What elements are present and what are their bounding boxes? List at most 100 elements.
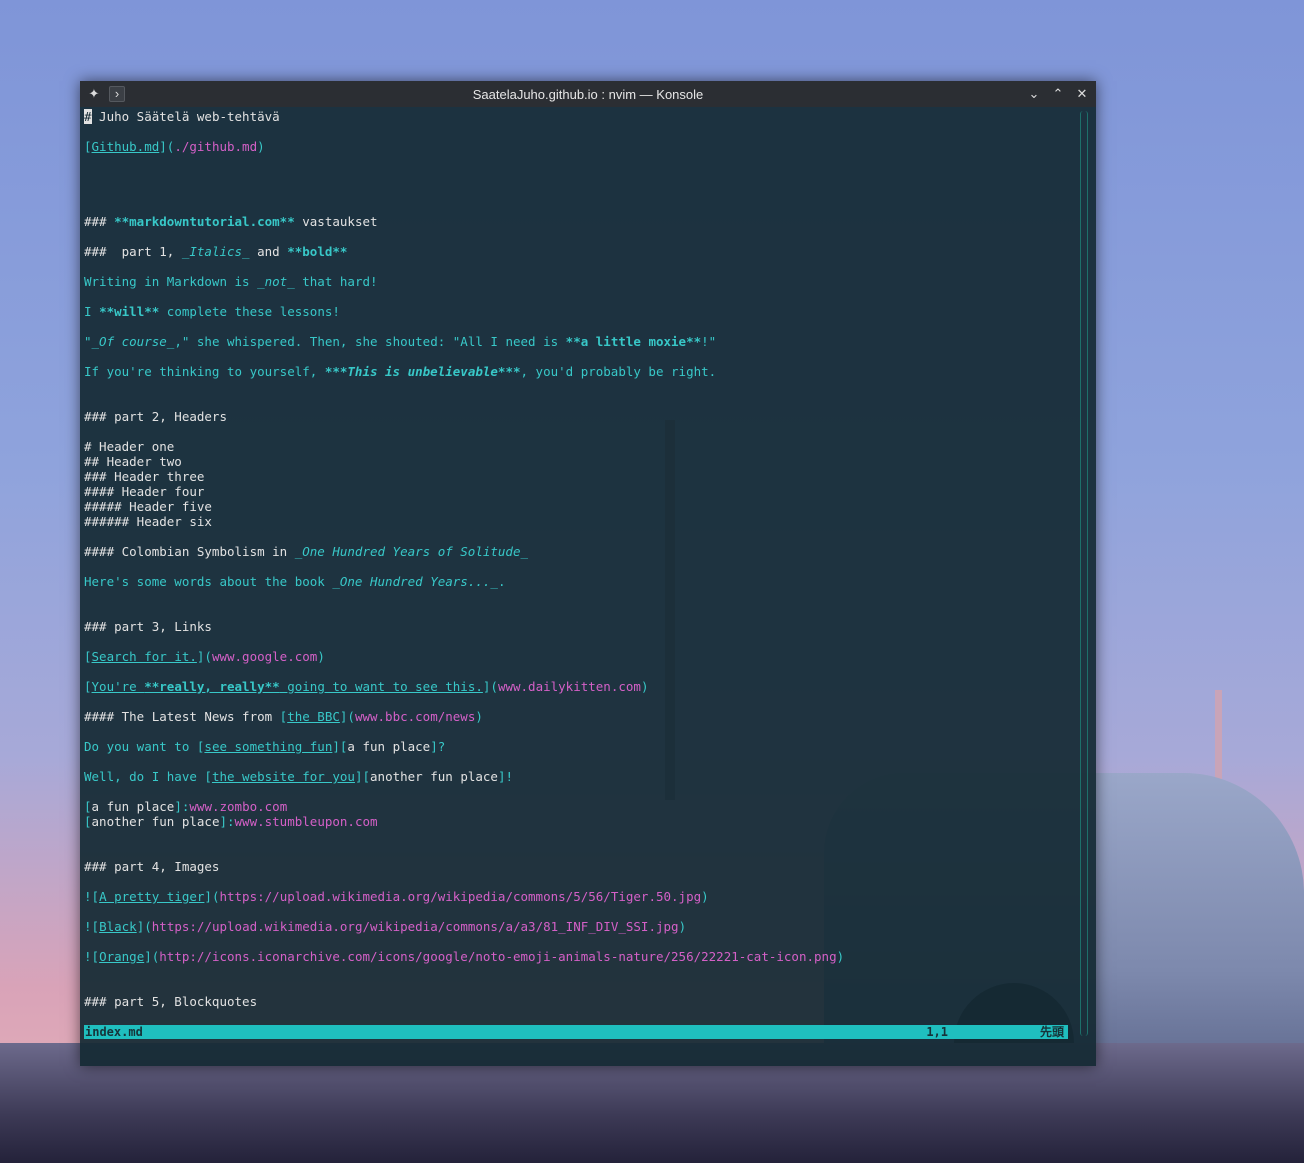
plain-text: , you'd probably be right. bbox=[520, 364, 717, 379]
scrollbar[interactable] bbox=[1080, 111, 1088, 1036]
link-ref[interactable]: another fun place bbox=[370, 769, 498, 784]
heading-text: #### Colombian Symbolism in bbox=[84, 544, 295, 559]
buffer-line-23: Well, do I have [the website for you][an… bbox=[84, 769, 513, 784]
status-cursor-position: 1,1 bbox=[926, 1025, 948, 1039]
plain-text: complete these lessons! bbox=[159, 304, 340, 319]
buffer-line-11: ## Header two bbox=[84, 454, 182, 469]
buffer-line-30: ### part 5, Blockquotes bbox=[84, 994, 257, 1009]
chevron-down-icon[interactable]: ⌄ bbox=[1026, 86, 1042, 102]
link-url[interactable]: www.google.com bbox=[212, 649, 317, 664]
buffer-line-26: ### part 4, Images bbox=[84, 859, 219, 874]
titlebar: ✦ › SaatelaJuho.github.io : nvim — Konso… bbox=[80, 81, 1096, 107]
bold-text: **a little moxie** bbox=[565, 334, 702, 349]
heading-text: ### Header three bbox=[84, 469, 205, 484]
window-title: SaatelaJuho.github.io : nvim — Konsole bbox=[472, 87, 704, 102]
bracket: ][ bbox=[354, 769, 371, 784]
link-url[interactable]: www.bbc.com/news bbox=[355, 709, 475, 724]
heading-text: ### part 4, Images bbox=[84, 859, 220, 874]
bold-text: **will** bbox=[99, 304, 160, 319]
link-text[interactable]: the BBC bbox=[287, 709, 340, 724]
bracket: ) bbox=[475, 709, 483, 724]
link-ref[interactable]: a fun place bbox=[347, 739, 430, 754]
bracket: ]: bbox=[219, 814, 235, 829]
bracket: ]? bbox=[430, 739, 446, 754]
bracket: [ bbox=[84, 679, 92, 694]
buffer-line-8: If you're thinking to yourself, ***This … bbox=[84, 364, 716, 379]
bracket: ![ bbox=[84, 919, 100, 934]
heading-text: Juho Säätelä web-tehtävä bbox=[91, 109, 280, 124]
bracket: ]( bbox=[339, 709, 355, 724]
bracket: ) bbox=[640, 679, 649, 694]
link-text[interactable]: Search for it. bbox=[92, 649, 197, 664]
close-icon[interactable]: ✕ bbox=[1074, 86, 1090, 102]
heading-text: ###### Header six bbox=[84, 514, 212, 529]
bold-italic-text: ***This is unbelievable*** bbox=[324, 364, 521, 379]
vim-statusline: index.md 1,1 先頭 bbox=[84, 1025, 1068, 1039]
bracket: ]( bbox=[204, 889, 220, 904]
plain-text: Do you want to bbox=[84, 739, 197, 754]
text-cursor: # bbox=[84, 109, 92, 124]
buffer-line-28: ![Black](https://upload.wikimedia.org/wi… bbox=[84, 919, 686, 934]
link-ref: a fun place bbox=[91, 799, 175, 814]
bracket: ) bbox=[257, 139, 265, 154]
buffer-line-5: Writing in Markdown is _not_ that hard! bbox=[84, 274, 378, 289]
italic-text: _Of course_ bbox=[91, 334, 175, 349]
plain-text: ," she whispered. Then, she shouted: "Al… bbox=[174, 334, 566, 349]
heading-text: # Header one bbox=[84, 439, 175, 454]
status-filename: index.md bbox=[85, 1025, 143, 1039]
image-alt[interactable]: Orange bbox=[99, 949, 144, 964]
bracket: ]( bbox=[144, 949, 160, 964]
chevron-up-icon[interactable]: ⌃ bbox=[1050, 86, 1066, 102]
link-text[interactable]: going to want to see this. bbox=[280, 679, 483, 694]
bracket: ]( bbox=[196, 649, 212, 664]
link-text[interactable]: Github.md bbox=[92, 139, 160, 154]
bracket: ) bbox=[678, 919, 687, 934]
italic-text: _One Hundred Years..._ bbox=[332, 574, 498, 589]
link-url[interactable]: www.zombo.com bbox=[189, 799, 287, 814]
heading-text: ### part 2, Headers bbox=[84, 409, 227, 424]
image-url[interactable]: http://icons.iconarchive.com/icons/googl… bbox=[159, 949, 836, 964]
bracket: ![ bbox=[84, 889, 100, 904]
heading-text: #### The Latest News from bbox=[84, 709, 280, 724]
buffer-line-15: ###### Header six bbox=[84, 514, 212, 529]
plain-text: that hard! bbox=[294, 274, 378, 289]
image-alt[interactable]: A pretty tiger bbox=[99, 889, 204, 904]
status-scroll-position: 先頭 bbox=[1039, 1025, 1064, 1039]
link-text[interactable]: the website for you bbox=[212, 769, 355, 784]
buffer-line-10: # Header one bbox=[84, 439, 174, 454]
heading-marker: ### bbox=[84, 214, 115, 229]
buffer-line-13: #### Header four bbox=[84, 484, 204, 499]
bold-text: **markdowntutorial.com** bbox=[114, 214, 295, 229]
buffer-line-1: # Juho Säätelä web-tehtävä bbox=[84, 109, 280, 124]
bracket: [ bbox=[84, 139, 92, 154]
link-text[interactable]: see something fun bbox=[204, 739, 332, 754]
bracket: [ bbox=[84, 799, 92, 814]
image-url[interactable]: https://upload.wikimedia.org/wikipedia/c… bbox=[219, 889, 701, 904]
link-text-bold[interactable]: **really, really** bbox=[144, 679, 279, 694]
image-url[interactable]: https://upload.wikimedia.org/wikipedia/c… bbox=[152, 919, 679, 934]
buffer-line-24: [a fun place]:www.zombo.com bbox=[84, 799, 287, 814]
link-text[interactable]: You're bbox=[92, 679, 145, 694]
nvim-buffer[interactable]: # Juho Säätelä web-tehtävä [Github.md](.… bbox=[84, 109, 1074, 1038]
plain-text: I bbox=[84, 304, 100, 319]
buffer-line-18: ### part 3, Links bbox=[84, 619, 212, 634]
bracket: ][ bbox=[332, 739, 348, 754]
bracket: ]( bbox=[482, 679, 498, 694]
italic-text: _not_ bbox=[257, 274, 295, 289]
buffer-line-12: ### Header three bbox=[84, 469, 204, 484]
buffer-line-3: ### **markdowntutorial.com** vastaukset bbox=[84, 214, 378, 229]
heading-text: ### part 1, bbox=[84, 244, 182, 259]
link-url[interactable]: www.stumbleupon.com bbox=[235, 814, 378, 829]
image-alt[interactable]: Black bbox=[99, 919, 137, 934]
bracket: [ bbox=[204, 769, 212, 784]
buffer-line-9: ### part 2, Headers bbox=[84, 409, 227, 424]
buffer-line-14: ##### Header five bbox=[84, 499, 212, 514]
buffer-line-19: [Search for it.](www.google.com) bbox=[84, 649, 325, 664]
bracket: [ bbox=[84, 649, 92, 664]
link-url[interactable]: ./github.md bbox=[174, 139, 257, 154]
plain-text: Here's some words about the book bbox=[84, 574, 333, 589]
bracket: ]( bbox=[136, 919, 152, 934]
buffer-line-25: [another fun place]:www.stumbleupon.com bbox=[84, 814, 378, 829]
bracket: ]: bbox=[174, 799, 190, 814]
link-url[interactable]: www.dailykitten.com bbox=[498, 679, 641, 694]
